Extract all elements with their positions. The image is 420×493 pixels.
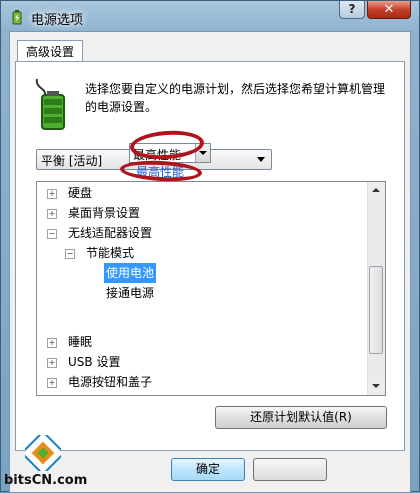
dialog-client-area: 高级设置 选择您要自定义的电源计划，然后选择您希望计算机管理的电源设置。 平衡 …	[9, 31, 411, 493]
watermark-logo-icon	[25, 435, 61, 471]
tree-item-label: USB 设置	[68, 355, 121, 369]
close-button[interactable]: ✕	[367, 1, 411, 19]
tab-advanced-settings[interactable]: 高级设置	[17, 40, 84, 63]
tree-item-label: PCI Express	[68, 390, 138, 395]
collapse-icon[interactable]: −	[47, 229, 57, 239]
scroll-thumb[interactable]	[369, 266, 383, 354]
title-bar[interactable]: 电源选项 ? ✕	[1, 1, 419, 33]
window-title: 电源选项	[31, 13, 84, 28]
watermark-text: bitsCN.com	[4, 473, 88, 488]
settings-tree[interactable]: + 硬盘 + 桌面背景设置 − 无线适配器设置 − 节能模式 使用电池 接通电源	[36, 181, 386, 396]
expand-icon[interactable]: +	[47, 209, 57, 219]
tree-item-label: 桌面背景设置	[68, 206, 141, 220]
tree-item-label: 使用电池	[104, 263, 157, 283]
battery-app-icon	[12, 10, 22, 25]
scroll-up-icon[interactable]	[368, 182, 384, 199]
tree-scrollbar[interactable]	[367, 182, 385, 395]
plan-description: 选择您要自定义的电源计划，然后选择您希望计算机管理的电源设置。	[85, 82, 386, 114]
help-button[interactable]: ?	[339, 1, 365, 19]
expand-icon[interactable]: +	[47, 189, 57, 199]
expand-icon[interactable]: +	[47, 338, 57, 348]
tree-item-label: 接通电源	[106, 286, 155, 300]
expand-icon[interactable]: +	[47, 358, 57, 368]
collapse-icon[interactable]: −	[65, 249, 75, 259]
tree-item-on-battery[interactable]: 使用电池	[43, 263, 173, 283]
scroll-down-icon[interactable]	[368, 378, 384, 395]
tree-item-label: 无线适配器设置	[68, 226, 153, 240]
tree-item-label: 节能模式	[86, 246, 135, 260]
expand-icon[interactable]: +	[47, 378, 57, 388]
tree-item-label: 睡眠	[68, 335, 93, 349]
tree-item-plugged-in[interactable]: 接通电源	[43, 283, 173, 303]
tree-item-label: 电源按钮和盖子	[68, 375, 153, 389]
cancel-button[interactable]	[253, 458, 327, 481]
power-options-window: 电源选项 ? ✕ 高级设置 选择您要自定义的电源计划，然后选择您希望计算机管理的…	[0, 0, 420, 493]
power-plan-select-value: 平衡 [活动]	[41, 154, 103, 168]
chevron-down-icon	[257, 157, 265, 162]
tree-item-label: 硬盘	[68, 186, 93, 200]
ok-button[interactable]: 确定	[171, 458, 245, 481]
site-watermark: bitsCN.com	[1, 433, 97, 493]
battery-plug-icon	[35, 78, 65, 130]
restore-defaults-button[interactable]: 还原计划默认值(R)	[215, 406, 387, 429]
